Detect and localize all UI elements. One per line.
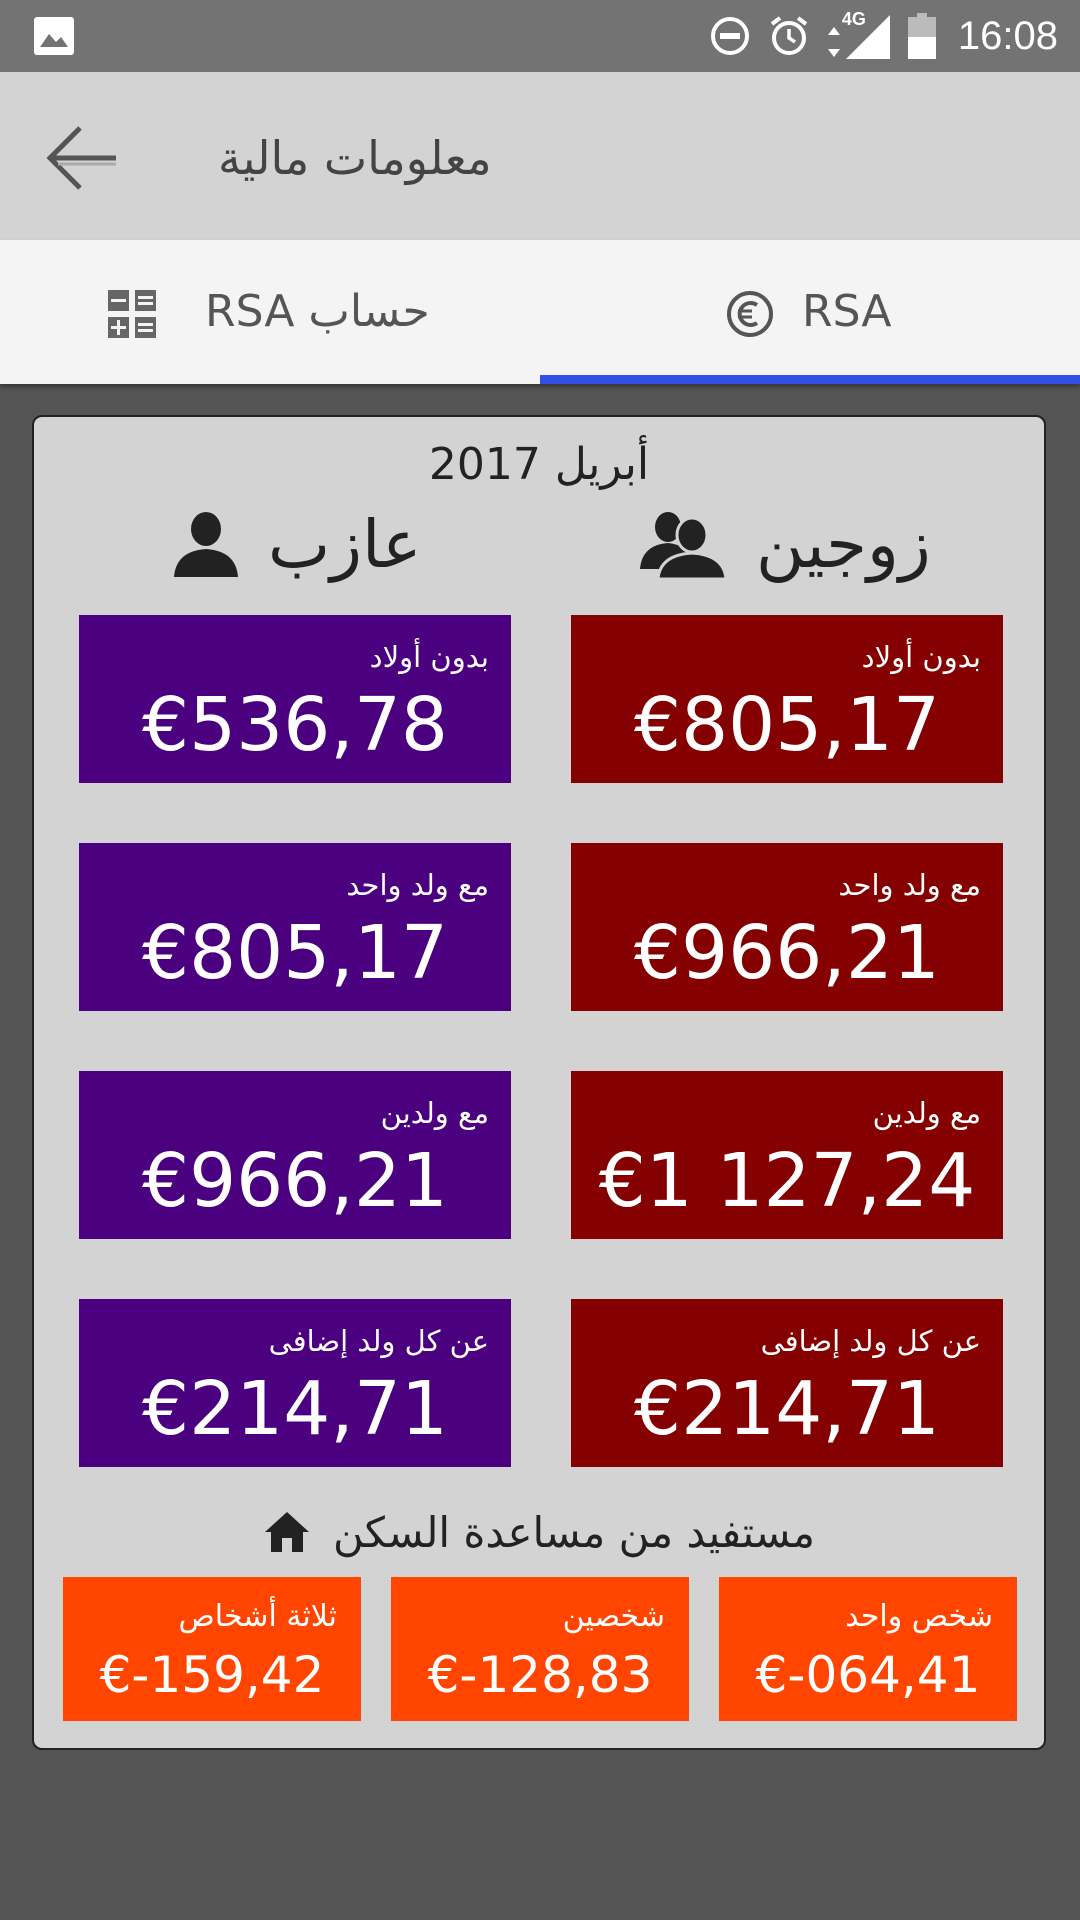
status-bar: 4G 16:08 — [0, 0, 1080, 72]
signal-group: 4G — [827, 9, 890, 61]
box-label: مع ولدين — [380, 1096, 489, 1130]
box-value: €214,71 — [141, 1366, 448, 1452]
single-one-child-box: مع ولد واحد €805,17 — [79, 843, 511, 1011]
calculator-icon — [108, 290, 156, 338]
tab-rsa[interactable]: RSA — [540, 240, 1080, 384]
box-label: عن كل ولد إضافى — [268, 1324, 489, 1358]
single-heading-label: عازب — [268, 505, 422, 583]
single-extra-child-box: عن كل ولد إضافى €214,71 — [79, 1299, 511, 1467]
box-label: عن كل ولد إضافى — [760, 1324, 981, 1358]
couple-two-children-box: مع ولدين €1 127,24 — [571, 1071, 1003, 1239]
box-label: مع ولد واحد — [346, 868, 489, 902]
tab-selected-indicator — [540, 375, 1080, 384]
single-heading: عازب — [172, 499, 422, 589]
housing-heading-label: مستفيد من مساعدة السكن — [332, 1507, 816, 1557]
box-value: €536,78 — [141, 682, 448, 768]
arrow-back-icon[interactable] — [44, 120, 120, 196]
couple-one-child-box: مع ولد واحد €966,21 — [571, 843, 1003, 1011]
rsa-card: أبريل 2017 عازب زوجين بدون أولاد €536,78… — [32, 415, 1046, 1750]
app-bar: معلومات مالية — [0, 72, 1080, 240]
box-value: €966,21 — [633, 910, 940, 996]
box-label: بدون أولاد — [369, 640, 489, 674]
couple-extra-child-box: عن كل ولد إضافى €214,71 — [571, 1299, 1003, 1467]
couple-heading: زوجين — [638, 499, 931, 589]
status-clock: 16:08 — [957, 13, 1058, 58]
box-value: €805,17 — [633, 682, 940, 768]
gallery-icon — [34, 17, 74, 55]
home-icon — [264, 1512, 309, 1552]
tab-rsa-calculator[interactable]: حساب RSA — [0, 240, 540, 384]
single-no-children-box: بدون أولاد €536,78 — [79, 615, 511, 783]
couple-heading-label: زوجين — [756, 505, 931, 583]
data-arrows-icon — [827, 27, 840, 57]
box-value: €-128,83 — [427, 1646, 653, 1704]
box-value: €214,71 — [633, 1366, 940, 1452]
housing-heading: مستفيد من مساعدة السكن — [34, 1497, 1044, 1567]
box-label: شخص واحد — [845, 1599, 993, 1634]
box-value: €-064,41 — [755, 1646, 981, 1704]
housing-three-people-box: ثلاثة أشخاص €-159,42 — [63, 1577, 361, 1721]
box-value: €966,21 — [141, 1138, 448, 1224]
tab-label: حساب RSA — [205, 286, 430, 337]
euro-icon — [727, 291, 773, 337]
tab-bar: حساب RSA RSA — [0, 240, 1080, 384]
period-date: أبريل 2017 — [428, 439, 650, 490]
signal-icon — [845, 15, 890, 59]
box-label: شخصين — [562, 1599, 665, 1634]
box-value: €-159,42 — [99, 1646, 325, 1704]
couple-no-children-box: بدون أولاد €805,17 — [571, 615, 1003, 783]
do-not-disturb-icon — [710, 17, 749, 55]
single-two-children-box: مع ولدين €966,21 — [79, 1071, 511, 1239]
alarm-icon — [770, 16, 808, 55]
battery-icon — [907, 13, 936, 59]
box-label: ثلاثة أشخاص — [178, 1599, 337, 1634]
box-label: بدون أولاد — [861, 640, 981, 674]
housing-two-people-box: شخصين €-128,83 — [391, 1577, 689, 1721]
box-value: €1 127,24 — [598, 1138, 976, 1224]
box-value: €805,17 — [141, 910, 448, 996]
people-icon — [640, 512, 728, 579]
tab-label: RSA — [802, 286, 892, 337]
person-icon — [174, 512, 238, 577]
housing-one-person-box: شخص واحد €-064,41 — [719, 1577, 1017, 1721]
box-label: مع ولدين — [872, 1096, 981, 1130]
box-label: مع ولد واحد — [838, 868, 981, 902]
page-title: معلومات مالية — [218, 131, 492, 185]
